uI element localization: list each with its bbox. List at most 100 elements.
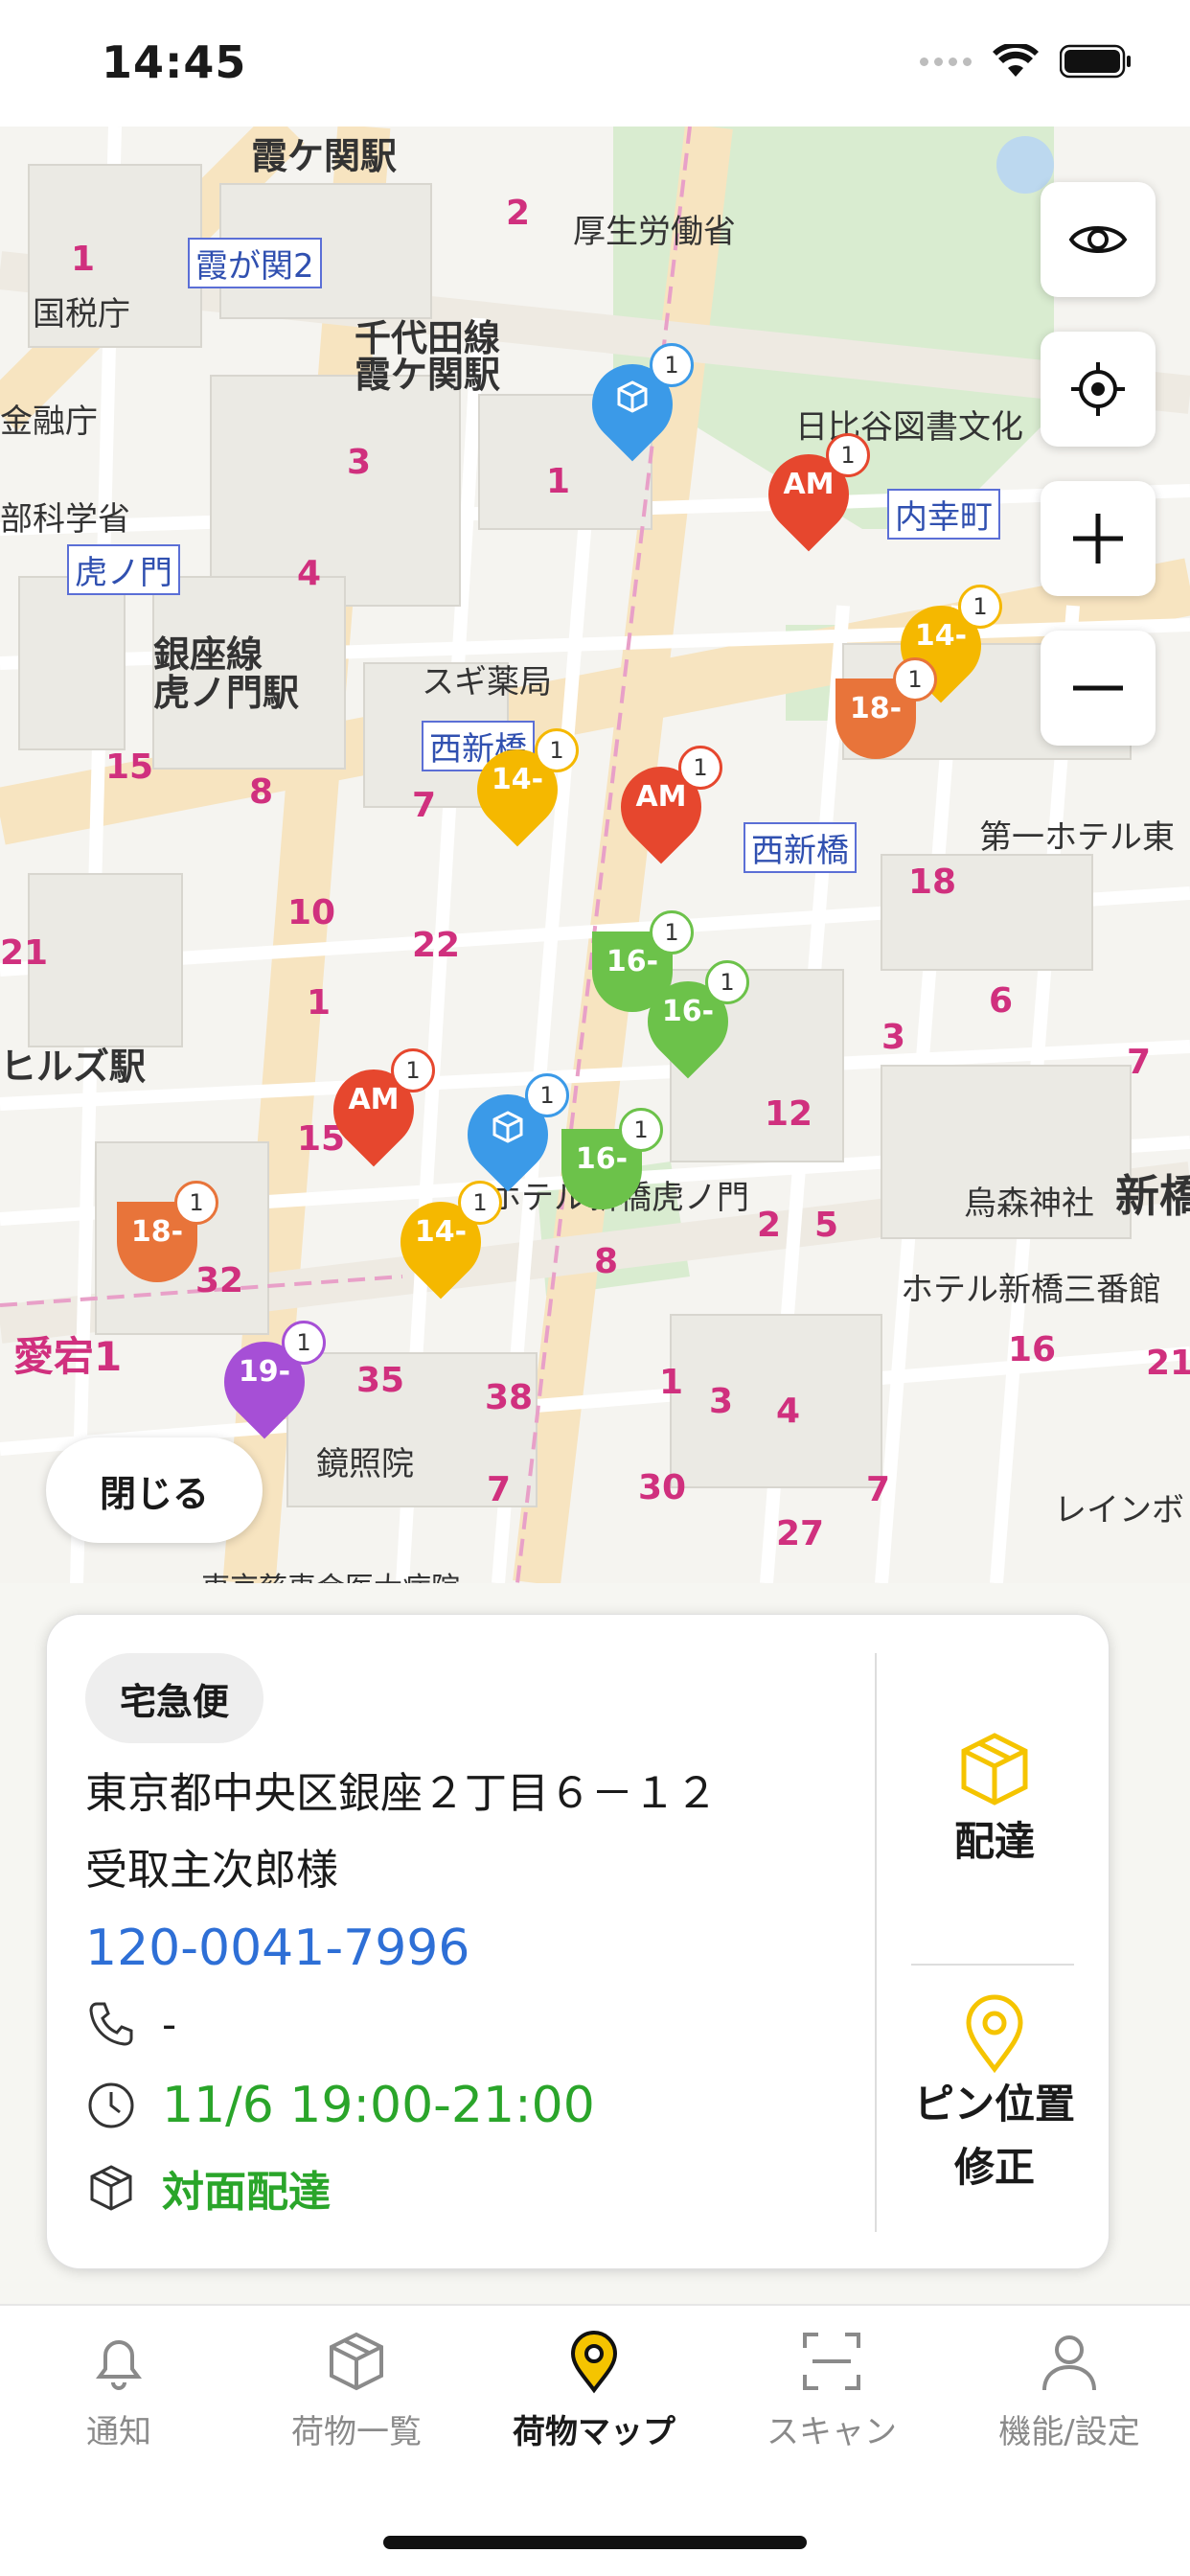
tab-label: 機能/設定	[998, 2413, 1140, 2451]
pin-count-badge: 1	[705, 960, 749, 1004]
map-label: ヒルズ駅	[0, 1046, 147, 1088]
map-label: 虎ノ門駅	[153, 672, 300, 714]
delivery-pin[interactable]: 16- 1	[561, 1108, 663, 1234]
map-label: 部科学省	[0, 500, 130, 539]
block-number: 21	[1146, 1344, 1190, 1383]
delivery-method-row: 対面配達	[85, 2157, 331, 2219]
delivery-address: 東京都中央区銀座２丁目６－１２	[85, 1769, 718, 1818]
block-number: 2	[757, 1206, 782, 1245]
block-number: 2	[506, 194, 531, 233]
deliver-label: 配達	[953, 1818, 1035, 1865]
pin-count-badge: 1	[391, 1048, 435, 1092]
block-number: 4	[776, 1392, 801, 1431]
status-icons	[920, 44, 1133, 79]
map-label: レインボ	[1054, 1491, 1184, 1530]
tab-notifications[interactable]: 通知	[0, 2329, 238, 2452]
package-icon	[961, 1733, 1028, 1806]
home-indicator	[383, 2536, 807, 2549]
map-label: 厚生労働省	[573, 213, 736, 251]
tab-package-map[interactable]: 荷物マップ	[475, 2329, 713, 2452]
tab-package-list[interactable]: 荷物一覧	[238, 2329, 475, 2452]
pin-count-badge: 1	[893, 657, 937, 702]
map-label: スギ薬局	[422, 663, 552, 702]
map-label: 西新橋	[744, 822, 857, 873]
block-number: 7	[487, 1470, 512, 1509]
delivery-map[interactable]: 霞ケ関駅 霞が関2 厚生労働省 千代田線 霞ケ関駅 国税庁 金融庁 部科学省 日…	[0, 126, 1190, 1583]
signal-icon	[920, 57, 972, 66]
delivery-pin[interactable]: 14- 1	[460, 728, 579, 855]
delivery-pin[interactable]: 18- 1	[117, 1181, 218, 1307]
delivery-pin[interactable]: 14- 1	[383, 1181, 502, 1307]
pin-count-badge: 1	[650, 910, 694, 954]
plus-icon	[1073, 514, 1123, 564]
map-label: 霞が関2	[188, 238, 322, 288]
visibility-toggle-button[interactable]	[1041, 182, 1156, 297]
pin-count-badge: 1	[958, 585, 1002, 629]
pin-fix-label: ピン位置	[913, 2081, 1075, 2128]
close-button[interactable]: 閉じる	[46, 1438, 263, 1543]
delivery-pin[interactable]: 16- 1	[630, 960, 749, 1087]
person-icon	[1042, 2335, 1096, 2391]
pin-fix-button[interactable]: ピン位置 修正	[879, 1992, 1110, 2199]
battery-icon	[1060, 44, 1131, 79]
zoom-in-button[interactable]	[1041, 481, 1156, 596]
delivery-pin[interactable]: AM 1	[316, 1048, 435, 1175]
block-number: 7	[1127, 1043, 1152, 1082]
zoom-out-button[interactable]	[1041, 631, 1156, 746]
block-number: 1	[71, 240, 96, 279]
tab-label: 荷物マップ	[513, 2413, 675, 2451]
clock-icon	[88, 2082, 134, 2128]
service-type-chip: 宅急便	[85, 1653, 264, 1743]
pin-count-badge: 1	[282, 1321, 326, 1365]
tab-label: 荷物一覧	[291, 2413, 422, 2451]
tracking-number[interactable]: 120-0041-7996	[85, 1920, 469, 1977]
delivery-pin[interactable]: 18- 1	[835, 657, 937, 784]
package-icon	[90, 2165, 132, 2211]
block-number: 4	[297, 554, 322, 593]
block-number: 35	[356, 1361, 405, 1400]
pin-count-badge: 1	[650, 343, 694, 387]
locate-icon	[1071, 362, 1125, 416]
block-number: 32	[195, 1261, 244, 1300]
delivery-pin[interactable]: 19- 1	[207, 1321, 326, 1447]
map-label: 内幸町	[887, 489, 1000, 540]
map-label: 東京慈恵会医大病院	[201, 1564, 460, 1583]
map-label: 霞ケ関駅	[355, 354, 501, 396]
phone-row[interactable]: -	[85, 1998, 176, 2050]
delivery-method: 対面配達	[162, 2168, 331, 2217]
block-number: 3	[881, 1018, 906, 1057]
deliver-button[interactable]: 配達	[879, 1730, 1110, 1874]
package-icon	[492, 1111, 523, 1143]
pin-count-badge: 1	[174, 1181, 218, 1225]
horizontal-divider	[911, 1964, 1074, 1966]
block-number: 10	[287, 893, 336, 932]
delivery-detail-card[interactable]: 宅急便 東京都中央区銀座２丁目６－１２ 受取主次郎様 120-0041-7996…	[46, 1614, 1110, 2269]
delivery-pin[interactable]: AM 1	[751, 433, 870, 560]
eye-icon	[1068, 226, 1128, 253]
block-number: 7	[412, 786, 437, 825]
current-location-button[interactable]	[1041, 332, 1156, 447]
delivery-pin[interactable]: AM 1	[604, 746, 722, 872]
package-icon	[617, 380, 648, 413]
status-bar: 14:45	[0, 0, 1190, 126]
map-label: 愛宕1	[13, 1333, 123, 1380]
minus-icon	[1073, 685, 1123, 691]
pin-count-badge: 1	[678, 746, 722, 790]
delivery-pin[interactable]: 1	[575, 343, 694, 470]
time-window: 11/6 19:00-21:00	[162, 2077, 595, 2134]
block-number: 7	[866, 1470, 891, 1509]
bell-icon	[96, 2340, 142, 2390]
block-number: 30	[638, 1468, 687, 1507]
map-label: 鏡照院	[316, 1445, 414, 1484]
block-number: 18	[908, 862, 957, 902]
package-icon	[330, 2332, 383, 2391]
time-window-row: 11/6 19:00-21:00	[85, 2077, 595, 2134]
recipient-name: 受取主次郎様	[85, 1846, 338, 1895]
map-label: 国税庁	[33, 295, 130, 334]
block-number: 27	[776, 1514, 825, 1553]
map-pin-icon	[966, 1994, 1023, 2073]
tab-settings[interactable]: 機能/設定	[950, 2329, 1188, 2452]
tab-scan[interactable]: スキャン	[713, 2329, 950, 2452]
block-number: 3	[709, 1382, 734, 1421]
map-label: 霞ケ関駅	[251, 135, 398, 177]
